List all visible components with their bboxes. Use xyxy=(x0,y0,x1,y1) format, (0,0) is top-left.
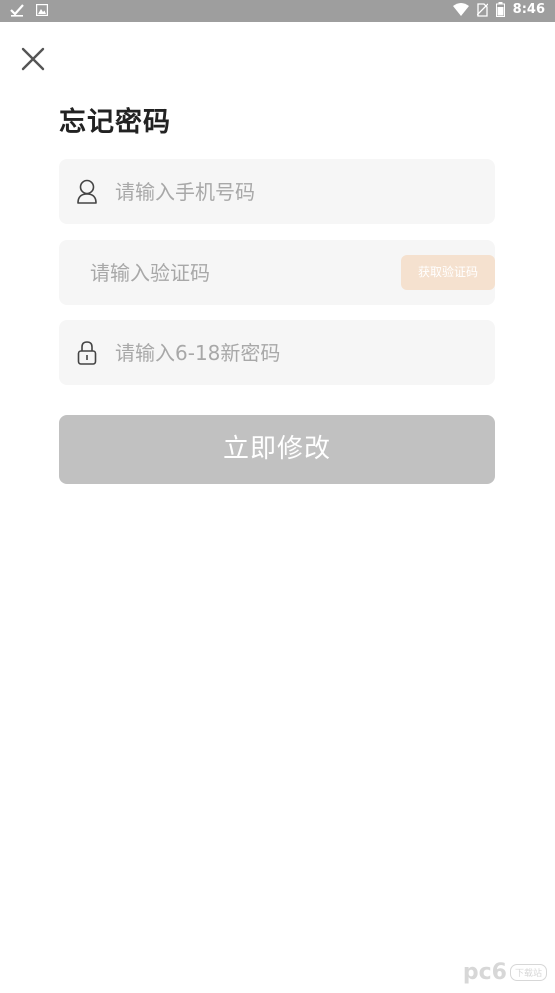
close-button[interactable] xyxy=(18,44,48,74)
watermark-sub: 下载站 xyxy=(509,964,547,981)
password-input[interactable] xyxy=(115,320,475,385)
phone-field xyxy=(59,159,495,224)
watermark-logo: pc6 下载站 xyxy=(463,960,547,985)
code-input[interactable] xyxy=(90,240,390,305)
image-icon xyxy=(36,4,48,16)
phone-input[interactable] xyxy=(115,159,475,224)
check-icon xyxy=(10,4,24,17)
wifi-icon xyxy=(452,2,469,16)
user-icon xyxy=(77,179,97,204)
page-title: 忘记密码 xyxy=(59,107,171,138)
lock-icon xyxy=(77,341,97,365)
close-icon xyxy=(21,47,45,71)
submit-button[interactable]: 立即修改 xyxy=(59,415,495,484)
code-field: 获取验证码 xyxy=(59,240,495,305)
status-bar: 8:46 xyxy=(0,0,555,22)
status-bar-right: 8:46 xyxy=(452,2,545,17)
get-code-button[interactable]: 获取验证码 xyxy=(401,255,495,290)
watermark-brand: pc6 xyxy=(462,960,507,985)
no-sim-icon xyxy=(476,2,488,17)
password-field xyxy=(59,320,495,385)
battery-icon xyxy=(495,2,505,17)
status-bar-left xyxy=(10,3,48,17)
status-time: 8:46 xyxy=(512,2,545,17)
